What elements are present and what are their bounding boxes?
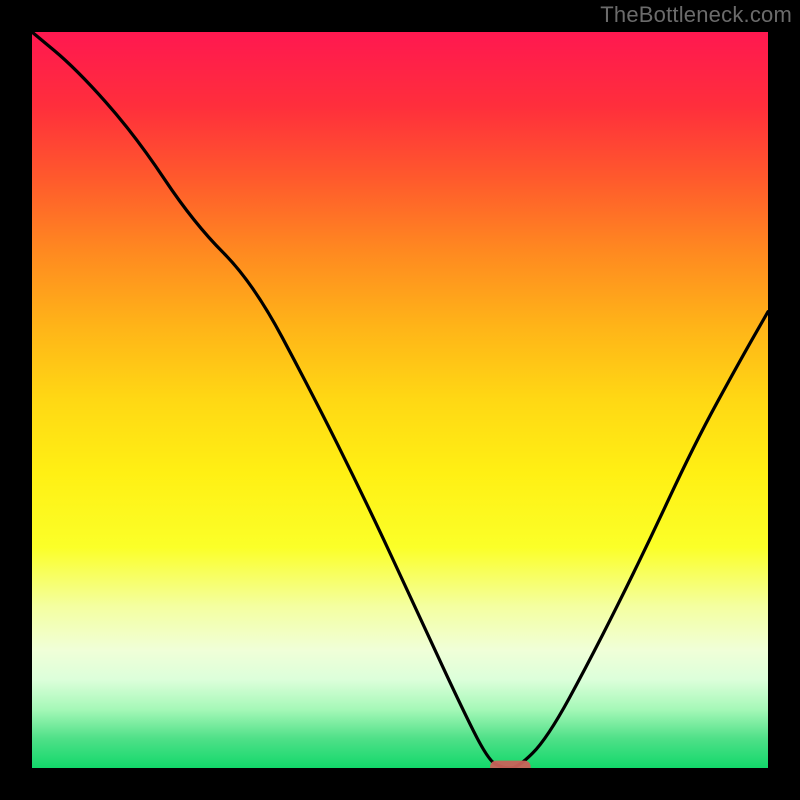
chart-frame: TheBottleneck.com [0,0,800,800]
optimal-marker [490,761,530,776]
plot-background [32,32,768,768]
bottleneck-chart [0,0,800,800]
watermark-text: TheBottleneck.com [600,2,792,28]
